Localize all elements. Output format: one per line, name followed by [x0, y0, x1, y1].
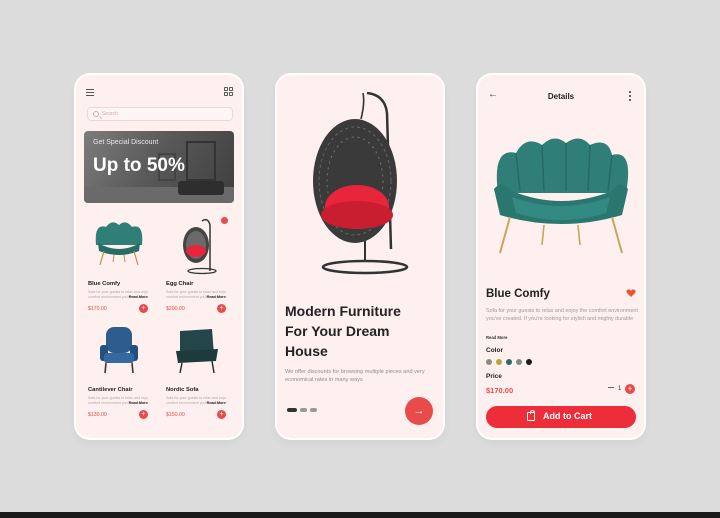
product-card-egg-chair[interactable]: Egg Chair Sofa for your guests to relax …: [162, 215, 232, 323]
product-name: Nordic Sofa: [166, 387, 199, 393]
read-more-link[interactable]: Read More: [129, 295, 148, 299]
color-swatch[interactable]: [486, 359, 492, 365]
bottom-bar: [0, 512, 720, 518]
price-value: $170.00: [486, 386, 514, 395]
product-description: Sofa for your guests to relax and enjoy: [88, 396, 148, 400]
details-screen: Details ← Blue Comfy Sofa for your guest…: [478, 75, 644, 438]
add-button[interactable]: +: [139, 304, 148, 313]
product-price: $150.00: [166, 412, 185, 418]
add-button[interactable]: +: [139, 410, 148, 419]
nordic-sofa-image: [176, 329, 218, 374]
shopping-bag-icon: [527, 410, 535, 421]
product-description: Sofa for your guests to relax and enjoy …: [486, 308, 638, 322]
discount-banner[interactable]: Get Special Discount Up to 50%: [84, 131, 234, 203]
blue-comfy-image: [95, 222, 143, 266]
read-more-link[interactable]: Read More: [207, 401, 226, 405]
quantity-value: 1: [618, 386, 622, 392]
read-more-link[interactable]: Read More: [207, 295, 226, 299]
product-card-blue-comfy[interactable]: Blue Comfy Sofa for your guests to relax…: [84, 215, 154, 323]
color-swatch[interactable]: [496, 359, 502, 365]
color-label: Color: [486, 347, 503, 354]
banner-subtitle: Get Special Discount: [93, 139, 159, 146]
egg-chair-image: [183, 218, 217, 275]
product-description: Sofa for your guests to relax and enjoy: [166, 396, 226, 400]
product-price: $130.00: [88, 412, 107, 418]
product-title: Blue Comfy: [486, 288, 550, 300]
onboarding-description: We offer discounts for browsing multiple…: [285, 369, 425, 383]
cantilever-chair-image: [100, 327, 138, 374]
product-price: $170.00: [88, 306, 107, 312]
product-card-cantilever-chair[interactable]: Cantilever Chair Sofa for your guests to…: [84, 321, 154, 429]
search-icon: [93, 111, 99, 117]
product-name: Cantilever Chair: [88, 387, 133, 393]
pager-dot[interactable]: [310, 408, 317, 412]
banner-sofa-image: [178, 181, 224, 195]
add-to-cart-label: Add to Cart: [543, 411, 592, 421]
menu-icon[interactable]: [86, 89, 94, 96]
pager-dot[interactable]: [300, 408, 307, 412]
blue-comfy-hero-image: [494, 138, 629, 254]
next-arrow-button[interactable]: →: [405, 397, 433, 425]
home-screen: Search Get Special Discount Up to 50% Bl…: [76, 75, 242, 438]
onboarding-title: Modern Furniture For Your Dream House: [285, 301, 435, 361]
favorite-icon[interactable]: [221, 217, 228, 224]
add-to-cart-button[interactable]: Add to Cart: [486, 406, 636, 428]
price-label: Price: [486, 373, 502, 380]
pager-dot-active[interactable]: [287, 408, 297, 412]
top-bar: [84, 87, 234, 99]
grid-icon[interactable]: [224, 87, 234, 97]
product-description: Sofa for your guests to relax and enjoy: [166, 290, 226, 294]
read-more-link[interactable]: Read More: [486, 335, 507, 340]
page-title: Details: [547, 92, 575, 101]
color-swatch[interactable]: [526, 359, 532, 365]
search-input[interactable]: Search: [87, 107, 233, 121]
product-name: Egg Chair: [166, 281, 194, 287]
back-arrow-icon[interactable]: ←: [488, 90, 498, 100]
heart-icon[interactable]: [626, 288, 636, 298]
product-description: Sofa for your guests to relax and enjoy: [88, 290, 148, 294]
product-price: $200.00: [166, 306, 185, 312]
add-button[interactable]: +: [217, 304, 226, 313]
title-line: For Your Dream: [285, 323, 390, 339]
add-button[interactable]: +: [217, 410, 226, 419]
onboarding-screen: Modern Furniture For Your Dream House We…: [277, 75, 443, 438]
color-swatch[interactable]: [516, 359, 522, 365]
details-header: Details ←: [478, 89, 644, 103]
egg-chair-hero-image: [313, 91, 409, 275]
title-line: Modern Furniture: [285, 303, 401, 319]
search-placeholder: Search: [102, 111, 118, 117]
product-card-nordic-sofa[interactable]: Nordic Sofa Sofa for your guests to rela…: [162, 321, 232, 429]
more-options-icon[interactable]: [629, 91, 632, 102]
title-line: House: [285, 343, 328, 359]
color-swatch[interactable]: [506, 359, 512, 365]
product-name: Blue Comfy: [88, 281, 121, 287]
read-more-link[interactable]: Read More: [129, 401, 148, 405]
quantity-plus-button[interactable]: +: [625, 384, 635, 394]
quantity-minus-button[interactable]: [608, 387, 614, 389]
banner-shelf-image: [186, 141, 216, 181]
banner-headline: Up to 50%: [93, 155, 185, 176]
